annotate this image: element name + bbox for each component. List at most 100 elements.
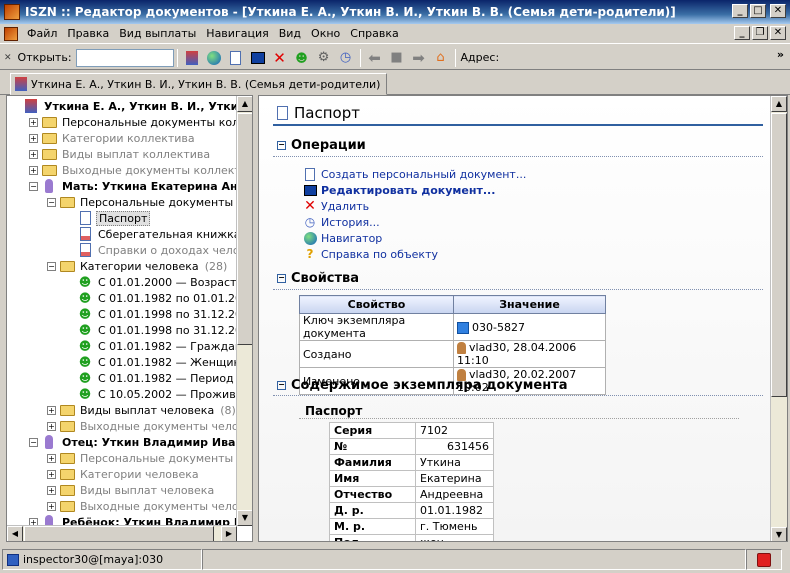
scroll-up-button[interactable]: ▲ bbox=[237, 96, 252, 112]
tree-node[interactable]: Уткина Е. А., Уткин В. И., Уткин В. В. bbox=[11, 98, 237, 114]
expand-icon[interactable]: + bbox=[47, 469, 56, 479]
collapse-icon[interactable]: − bbox=[277, 381, 286, 390]
family-icon[interactable] bbox=[183, 49, 201, 67]
menu-file[interactable]: Файл bbox=[22, 27, 62, 40]
tree-node[interactable]: + Выходные документы коллектива bbox=[29, 162, 237, 178]
tree-node[interactable]: + Категории человека bbox=[47, 466, 201, 482]
tree-node[interactable]: + Категории коллектива bbox=[29, 130, 197, 146]
scroll-right-button[interactable]: ▶ bbox=[221, 526, 237, 541]
scroll-thumb[interactable] bbox=[24, 526, 214, 541]
section-properties[interactable]: − Свойства bbox=[277, 271, 359, 286]
back-arrow-icon[interactable]: ⬅ bbox=[366, 49, 384, 67]
tree-node-label: Виды выплат человека bbox=[80, 403, 215, 417]
close-button[interactable]: ✕ bbox=[770, 4, 786, 18]
operation-link[interactable]: ◷ История... bbox=[303, 214, 380, 230]
tree-node[interactable]: ☻ С 01.01.1982 — Гражданин Ро bbox=[65, 338, 237, 354]
collapse-icon[interactable]: − bbox=[277, 274, 286, 283]
scroll-left-button[interactable]: ◀ bbox=[7, 526, 23, 541]
menu-edit[interactable]: Правка bbox=[62, 27, 114, 40]
tree-node[interactable]: ☻ С 10.05.2002 — Проживающи bbox=[65, 386, 237, 402]
maximize-button[interactable]: □ bbox=[750, 4, 766, 18]
tab-family[interactable]: Уткина Е. А., Уткин В. И., Уткин В. В. (… bbox=[10, 73, 388, 95]
passport-fields-table: Серия 7102 № 631456 Фамилия Уткина Имя Екатерин… bbox=[329, 422, 494, 541]
tree-node[interactable]: Паспорт bbox=[65, 210, 151, 226]
section-operations[interactable]: − Операции bbox=[277, 138, 366, 153]
tree-node[interactable]: − Персональные документы человека bbox=[47, 194, 237, 210]
operation-link[interactable]: Создать персональный документ... bbox=[303, 166, 526, 182]
operation-link[interactable]: ? Справка по объекту bbox=[303, 246, 438, 262]
navigation-tree[interactable]: Уткина Е. А., Уткин В. И., Уткин В. В. + П… bbox=[7, 96, 237, 526]
content-vertical-scrollbar[interactable]: ▲ ▼ bbox=[770, 96, 787, 541]
scroll-thumb[interactable] bbox=[237, 113, 252, 345]
mdi-minimize-button[interactable]: _ bbox=[734, 26, 750, 40]
tools-icon[interactable]: ⚙ bbox=[315, 49, 333, 67]
tree-vertical-scrollbar[interactable]: ▲ ▼ bbox=[236, 96, 252, 526]
stop-icon[interactable]: ■ bbox=[388, 49, 406, 67]
connection-icon[interactable] bbox=[757, 552, 771, 567]
expand-icon[interactable]: + bbox=[29, 165, 38, 175]
tree-node[interactable]: Справки о доходах человека bbox=[65, 242, 237, 258]
tree-horizontal-scrollbar[interactable]: ◀ ▶ bbox=[7, 525, 237, 541]
expand-icon[interactable]: + bbox=[47, 453, 56, 463]
expand-icon[interactable]: + bbox=[29, 149, 38, 159]
open-input[interactable] bbox=[75, 48, 174, 67]
tree-node[interactable]: − Категории человека (28) bbox=[47, 258, 227, 274]
forward-arrow-icon[interactable]: ➡ bbox=[410, 49, 428, 67]
collapse-icon[interactable]: − bbox=[277, 141, 286, 150]
scroll-up-button[interactable]: ▲ bbox=[771, 96, 787, 112]
mdi-restore-button[interactable]: ❐ bbox=[752, 26, 768, 40]
delete-icon[interactable]: ✕ bbox=[271, 49, 289, 67]
category-icon[interactable]: ☻ bbox=[293, 49, 311, 67]
menu-navigation[interactable]: Навигация bbox=[201, 27, 273, 40]
history-icon[interactable]: ◷ bbox=[337, 49, 355, 67]
table-row: Д. р. 01.01.1982 bbox=[329, 502, 494, 519]
collapse-icon[interactable]: − bbox=[47, 197, 56, 207]
expand-icon[interactable]: + bbox=[47, 501, 56, 511]
section-document-contents[interactable]: − Содержимое экземпляра документа bbox=[277, 378, 567, 393]
tree-node[interactable]: + Выходные документы человека bbox=[47, 418, 237, 434]
tree-node[interactable]: + Выходные документы человека bbox=[47, 498, 237, 514]
window-titlebar[interactable]: ISZN :: Редактор документов - [Уткина Е.… bbox=[0, 0, 790, 24]
tree-node[interactable]: + Персональные документы коллектива bbox=[29, 114, 237, 130]
collapse-icon[interactable]: − bbox=[29, 181, 38, 191]
toolbar-close-icon[interactable]: ✕ bbox=[4, 53, 12, 63]
edit-icon[interactable] bbox=[249, 49, 267, 67]
scroll-down-button[interactable]: ▼ bbox=[771, 527, 787, 541]
tree-node[interactable]: + Виды выплат коллектива bbox=[29, 146, 212, 162]
tree-node[interactable]: ☻ С 01.01.1982 — Период жизни bbox=[65, 370, 237, 386]
tree-node[interactable]: + Виды выплат человека bbox=[47, 482, 216, 498]
tree-node[interactable]: ☻ С 01.01.1998 по 31.12.2036 — bbox=[65, 306, 237, 322]
menu-window[interactable]: Окно bbox=[306, 27, 345, 40]
tree-node[interactable]: + Персональные документы человека bbox=[47, 450, 237, 466]
menu-help[interactable]: Справка bbox=[345, 27, 403, 40]
tree-node[interactable]: − Отец: Уткин Владимир Иванович bbox=[29, 434, 237, 450]
expand-icon[interactable]: + bbox=[29, 133, 38, 143]
collapse-icon[interactable]: − bbox=[29, 437, 38, 447]
tree-node[interactable]: ☻ С 01.01.1982 по 01.01.2012 — bbox=[65, 290, 237, 306]
tree-node[interactable]: ☻ С 01.01.2000 — Возраст 18 ле bbox=[65, 274, 237, 290]
operation-link[interactable]: Редактировать документ... bbox=[303, 182, 495, 198]
tree-node[interactable]: ☻ С 01.01.1982 — Женщина bbox=[65, 354, 237, 370]
tree-node[interactable]: − Мать: Уткина Екатерина Андреевна bbox=[29, 178, 237, 194]
operation-link[interactable]: ✕ Удалить bbox=[303, 198, 369, 214]
mdi-close-button[interactable]: ✕ bbox=[770, 26, 786, 40]
scroll-down-button[interactable]: ▼ bbox=[237, 510, 252, 526]
globe-icon[interactable] bbox=[205, 49, 223, 67]
home-icon[interactable]: ⌂ bbox=[432, 49, 450, 67]
tree-node[interactable]: + Виды выплат человека (8) bbox=[47, 402, 236, 418]
minimize-button[interactable]: _ bbox=[732, 4, 748, 18]
tree-node[interactable]: Сберегательная книжка (002 bbox=[65, 226, 237, 242]
expand-icon[interactable]: + bbox=[47, 405, 56, 415]
expand-icon[interactable]: + bbox=[47, 485, 56, 495]
tree-node[interactable]: ☻ С 01.01.1998 по 31.12.2041 — bbox=[65, 322, 237, 338]
expand-icon[interactable]: + bbox=[29, 117, 38, 127]
document-window-icon[interactable] bbox=[4, 26, 18, 41]
expand-icon[interactable]: + bbox=[47, 421, 56, 431]
menu-view[interactable]: Вид bbox=[274, 27, 306, 40]
new-document-icon[interactable] bbox=[227, 49, 245, 67]
scroll-thumb[interactable] bbox=[771, 113, 787, 397]
collapse-icon[interactable]: − bbox=[47, 261, 56, 271]
operation-link[interactable]: Навигатор bbox=[303, 230, 382, 246]
menu-payment-type[interactable]: Вид выплаты bbox=[114, 27, 201, 40]
toolbar-overflow-icon[interactable]: » bbox=[777, 48, 784, 61]
